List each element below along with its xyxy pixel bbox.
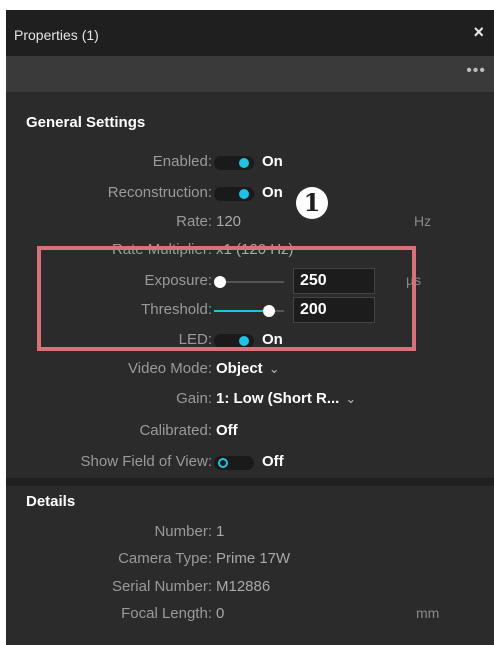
exposure-label: Exposure: [144, 272, 212, 289]
serial-number-value: M12886 [216, 578, 271, 595]
toggle-knob [239, 158, 249, 168]
led-toggle[interactable] [214, 334, 254, 348]
threshold-row: Threshold: 200 [6, 297, 494, 323]
rate-row: Rate: 120 Hz [6, 209, 494, 235]
close-icon[interactable]: × [473, 22, 484, 43]
rate-value: 120 [216, 213, 242, 230]
serial-number-row: Serial Number: M12886 [6, 574, 494, 600]
threshold-input[interactable]: 200 [293, 297, 375, 323]
show-fov-toggle[interactable] [214, 456, 254, 470]
calibrated-row: Calibrated: Off [6, 418, 494, 444]
rate-multiplier-row: Rate Multiplier: x1 (120 Hz) [6, 237, 494, 263]
gain-label: Gain: [176, 390, 212, 407]
enabled-label: Enabled: [152, 153, 212, 170]
gain-dropdown[interactable]: 1: Low (Short R... ⌄ [216, 390, 356, 407]
reconstruction-label: Reconstruction: [107, 184, 212, 201]
focal-length-unit: mm [416, 605, 440, 621]
video-mode-row: Video Mode: Object ⌄ [6, 356, 494, 382]
enabled-row: Enabled: On [6, 149, 494, 175]
callout-badge: 1 [296, 187, 328, 219]
slider-thumb[interactable] [214, 276, 226, 288]
threshold-label: Threshold: [141, 301, 212, 318]
focal-length-label: Focal Length: [121, 605, 212, 622]
general-settings-title: General Settings [26, 114, 146, 131]
number-value: 1 [216, 523, 225, 540]
more-options-icon[interactable]: ••• [466, 62, 486, 80]
gain-row: Gain: 1: Low (Short R... ⌄ [6, 386, 494, 412]
toggle-knob [239, 336, 249, 346]
reconstruction-toggle[interactable] [214, 187, 254, 201]
show-fov-label: Show Field of View: [80, 453, 212, 470]
rate-label: Rate: [176, 213, 212, 230]
toggle-knob [218, 458, 228, 468]
camera-type-value: Prime 17W [216, 550, 291, 567]
panel-toolbar: ••• [6, 56, 494, 92]
calibrated-label: Calibrated: [139, 422, 212, 439]
gain-value: 1: Low (Short R... [216, 390, 340, 407]
reconstruction-state: On [262, 184, 283, 201]
number-label: Number: [154, 523, 212, 540]
focal-length-row: Focal Length: 0 mm [6, 601, 494, 627]
exposure-slider[interactable] [214, 276, 284, 288]
exposure-input[interactable]: 250 [293, 268, 375, 294]
serial-number-label: Serial Number: [111, 578, 212, 595]
led-label: LED: [178, 331, 212, 348]
number-row: Number: 1 [6, 519, 494, 545]
chevron-down-icon: ⌄ [268, 361, 280, 376]
rate-unit: Hz [414, 213, 432, 229]
show-fov-state: Off [262, 453, 284, 470]
show-fov-row: Show Field of View: Off [6, 449, 494, 475]
exposure-row: Exposure: 250 µs [6, 268, 494, 294]
panel-title: Properties (1) [14, 27, 99, 43]
rate-multiplier-label: Rate Multiplier: [111, 241, 212, 258]
chevron-down-icon: ⌄ [345, 391, 357, 406]
slider-thumb[interactable] [263, 305, 275, 317]
properties-panel: Properties (1) × ••• General Settings En… [6, 10, 494, 645]
threshold-slider[interactable] [214, 305, 284, 317]
video-mode-value: Object [216, 360, 263, 377]
led-row: LED: On [6, 327, 494, 353]
general-settings-section: General Settings Enabled: On Reconstruct… [6, 92, 494, 482]
exposure-unit: µs [406, 272, 422, 288]
section-divider [6, 478, 494, 486]
video-mode-dropdown[interactable]: Object ⌄ [216, 360, 280, 377]
panel-titlebar: Properties (1) × [6, 10, 494, 56]
rate-multiplier-value: x1 (120 Hz) [216, 241, 294, 258]
toggle-knob [239, 189, 249, 199]
calibrated-value: Off [216, 422, 238, 439]
details-title: Details [26, 493, 76, 510]
details-section: Details Number: 1 Camera Type: Prime 17W… [6, 486, 494, 645]
led-state: On [262, 331, 283, 348]
reconstruction-row: Reconstruction: On [6, 180, 494, 206]
video-mode-label: Video Mode: [128, 360, 212, 377]
camera-type-row: Camera Type: Prime 17W [6, 546, 494, 572]
enabled-toggle[interactable] [214, 156, 254, 170]
enabled-state: On [262, 153, 283, 170]
camera-type-label: Camera Type: [118, 550, 212, 567]
focal-length-value: 0 [216, 605, 225, 622]
slider-fill [214, 310, 269, 312]
